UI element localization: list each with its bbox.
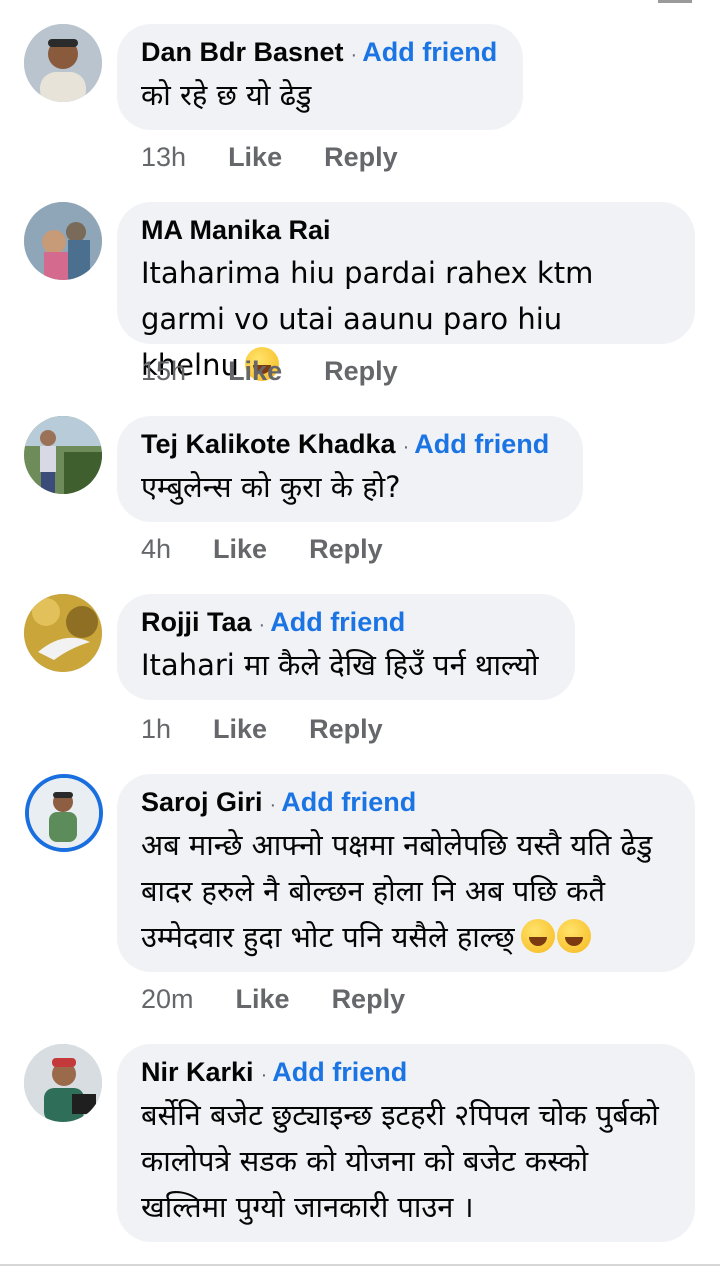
like-button[interactable]: Like	[236, 984, 290, 1015]
avatar[interactable]	[24, 24, 102, 102]
commenter-name[interactable]: Rojji Taa	[141, 607, 252, 638]
commenter-name[interactable]: Dan Bdr Basnet	[141, 37, 344, 68]
add-friend-link[interactable]: Add friend	[414, 429, 549, 460]
like-button[interactable]: Like	[228, 356, 282, 387]
commenter-name[interactable]: Saroj Giri	[141, 787, 263, 818]
separator-dot: ·	[260, 1064, 268, 1086]
comment-bubble: Tej Kalikote Khadka · Add friend एम्बुले…	[117, 416, 583, 522]
add-friend-link[interactable]: Add friend	[272, 1057, 407, 1088]
comment-time: 20m	[141, 984, 194, 1014]
avatar[interactable]	[24, 202, 102, 280]
avatar[interactable]	[24, 594, 102, 672]
grinning-emoji-icon	[520, 919, 555, 953]
comment-text: को रहे छ यो ढेडु	[141, 78, 312, 112]
navigation-divider	[0, 1264, 720, 1266]
add-friend-link[interactable]: Add friend	[281, 787, 416, 818]
add-friend-link[interactable]: Add friend	[362, 37, 497, 68]
commenter-name[interactable]: MA Manika Rai	[141, 215, 331, 246]
like-button[interactable]: Like	[213, 534, 267, 565]
comment-text: Itahari मा कैले देखि हिउँ पर्न थाल्यो	[141, 648, 539, 682]
comment-time: 1h	[141, 714, 172, 744]
reply-button[interactable]: Reply	[332, 984, 406, 1015]
comment-time: 4h	[141, 534, 172, 564]
reply-button[interactable]: Reply	[309, 534, 383, 565]
comment-bubble: Rojji Taa · Add friend Itahari मा कैले द…	[117, 594, 575, 700]
commenter-name[interactable]: Tej Kalikote Khadka	[141, 429, 396, 460]
reply-button[interactable]: Reply	[309, 714, 383, 745]
tears-of-joy-emoji-icon	[556, 919, 591, 953]
comment-time: 15h	[141, 356, 187, 386]
reply-button[interactable]: Reply	[324, 142, 398, 173]
comment-text: बर्सेनि बजेट छुट्याइन्छ इटहरी २पिपल चोक …	[141, 1098, 659, 1224]
like-button[interactable]: Like	[228, 142, 282, 173]
avatar[interactable]	[24, 416, 102, 494]
separator-dot: ·	[258, 614, 266, 636]
avatar[interactable]	[24, 1044, 102, 1122]
like-button[interactable]: Like	[213, 714, 267, 745]
comment-bubble: Saroj Giri · Add friend अब मान्छे आफ्नो …	[117, 774, 695, 972]
avatar[interactable]	[25, 774, 103, 852]
reply-button[interactable]: Reply	[324, 356, 398, 387]
comment-bubble: MA Manika Rai Itaharima hiu pardai rahex…	[117, 202, 695, 382]
separator-dot: ·	[402, 436, 410, 458]
separator-dot: ·	[269, 794, 277, 816]
comment-text: एम्बुलेन्स को कुरा के हो?	[141, 470, 401, 504]
comment-bubble: Nir Karki · Add friend बर्सेनि बजेट छुट्…	[117, 1044, 695, 1242]
comment-bubble: Dan Bdr Basnet · Add friend को रहे छ यो …	[117, 24, 523, 130]
comment-text: अब मान्छे आफ्नो पक्षमा नबोलेपछि यस्तै यत…	[141, 828, 653, 954]
add-friend-link[interactable]: Add friend	[270, 607, 405, 638]
comment-time: 13h	[141, 142, 187, 172]
commenter-name[interactable]: Nir Karki	[141, 1057, 254, 1088]
menu-handle-line	[658, 0, 692, 3]
separator-dot: ·	[350, 44, 358, 66]
